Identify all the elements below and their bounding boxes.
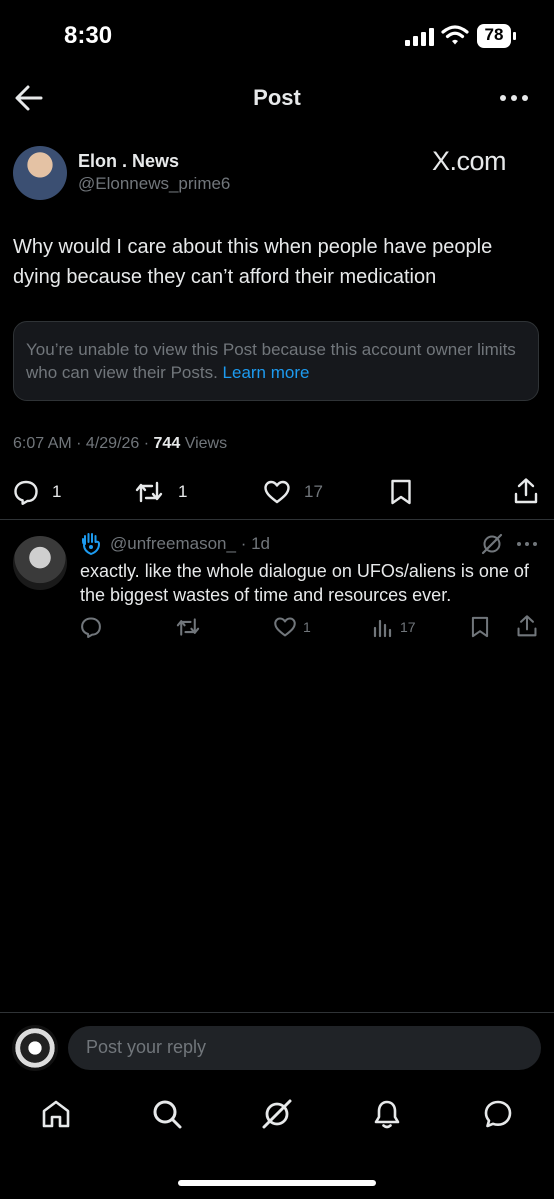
reply-icon bbox=[81, 617, 101, 638]
battery-icon: 78 bbox=[477, 24, 517, 48]
repost-count: 1 bbox=[178, 482, 188, 501]
user-avatar[interactable] bbox=[12, 1025, 58, 1071]
grok-icon[interactable] bbox=[481, 533, 503, 555]
repost-icon bbox=[176, 618, 200, 636]
composer-divider bbox=[0, 1012, 554, 1013]
unavailable-notice: You’re unable to view this Post because … bbox=[26, 338, 531, 384]
bookmark-icon[interactable] bbox=[470, 615, 490, 639]
post-meta: 6:07 AM · 4/29/26 · 744 Views bbox=[13, 435, 228, 452]
reply-count: 1 bbox=[52, 482, 62, 501]
reply-views[interactable]: 17 bbox=[372, 615, 416, 639]
home-indicator[interactable] bbox=[178, 1180, 376, 1186]
page-title: Post bbox=[253, 85, 301, 110]
battery-level: 78 bbox=[484, 25, 504, 44]
reply-view-count: 17 bbox=[400, 619, 416, 635]
author-handle[interactable]: @Elonnews_prime6 bbox=[78, 174, 230, 194]
repost-icon bbox=[135, 481, 163, 503]
share-icon[interactable] bbox=[516, 614, 538, 638]
author-display-name[interactable]: Elon . News bbox=[78, 151, 179, 172]
reply-like-count: 1 bbox=[303, 619, 311, 635]
reply-reply-button[interactable] bbox=[80, 615, 102, 639]
xcom-logo: X.com bbox=[432, 146, 507, 176]
messages-icon[interactable] bbox=[482, 1098, 514, 1130]
signal-icon bbox=[405, 28, 434, 46]
post-text: Why would I care about this when people … bbox=[13, 236, 493, 288]
reply-icon bbox=[14, 480, 38, 505]
grok-tab-icon[interactable] bbox=[261, 1098, 293, 1130]
wifi-icon bbox=[441, 25, 469, 45]
hamsa-icon bbox=[82, 533, 101, 556]
divider bbox=[0, 519, 554, 520]
like-button[interactable]: 17 bbox=[262, 478, 323, 506]
like-icon bbox=[274, 617, 296, 637]
home-icon[interactable] bbox=[40, 1098, 72, 1130]
post-time: 6:07 AM bbox=[13, 435, 72, 452]
like-count: 17 bbox=[304, 482, 323, 501]
repost-button[interactable]: 1 bbox=[134, 478, 187, 506]
reply-avatar[interactable] bbox=[13, 536, 67, 590]
post-date: 4/29/26 bbox=[85, 435, 140, 452]
reply-handle[interactable]: @unfreemason_ bbox=[110, 534, 236, 553]
views-count: 744 bbox=[153, 435, 181, 452]
more-icon[interactable] bbox=[516, 540, 538, 548]
status-time: 8:30 bbox=[64, 22, 113, 49]
bookmark-icon[interactable] bbox=[389, 478, 413, 506]
views-icon bbox=[373, 619, 392, 638]
reply-text: exactly. like the whole dialogue on UFOs… bbox=[80, 561, 529, 605]
reply-meta[interactable]: @unfreemason_ · 1d bbox=[110, 534, 270, 554]
reply-age: · 1d bbox=[240, 534, 270, 553]
views-label: Views bbox=[184, 435, 228, 452]
more-icon[interactable] bbox=[498, 92, 530, 104]
reply-like-button[interactable]: 1 bbox=[273, 615, 311, 639]
share-icon[interactable] bbox=[513, 477, 539, 505]
reply-placeholder: Post your reply bbox=[86, 1037, 207, 1057]
learn-more-link[interactable]: Learn more bbox=[223, 363, 310, 382]
search-icon[interactable] bbox=[151, 1098, 183, 1130]
like-icon bbox=[264, 480, 290, 504]
bell-icon[interactable] bbox=[371, 1098, 403, 1130]
author-avatar[interactable] bbox=[13, 146, 67, 200]
reply-button[interactable]: 1 bbox=[13, 478, 61, 506]
reply-repost-button[interactable] bbox=[175, 615, 201, 639]
